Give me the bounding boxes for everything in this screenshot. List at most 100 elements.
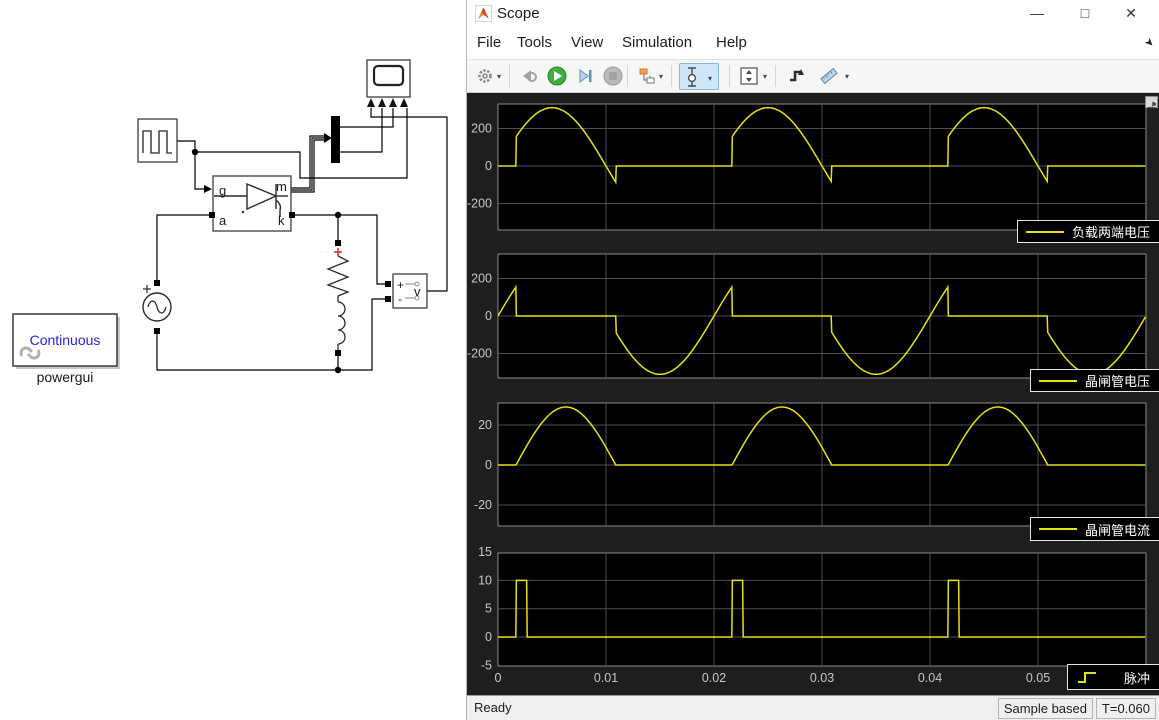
scope-input-ports: [367, 98, 408, 107]
undock-axes-icon[interactable]: [1145, 96, 1158, 108]
maximize-button[interactable]: □: [1063, 0, 1107, 26]
vmeter-plus-label: +: [397, 278, 404, 292]
y-tick-label: 0: [485, 309, 492, 323]
legend-text: 脉冲: [1124, 668, 1150, 687]
powergui-mode-text: Continuous: [30, 332, 101, 348]
powergui-block[interactable]: Continuous powergui: [13, 314, 120, 385]
wire-pulse-to-scope4: [195, 108, 407, 178]
wire-source-to-anode: [157, 215, 213, 282]
wire-demux2-to-scope2: [340, 108, 382, 152]
status-bar: Ready Sample based T=0.060: [467, 695, 1159, 720]
settings-caret[interactable]: ▾: [497, 72, 501, 81]
vmeter-v-label: v: [414, 284, 421, 299]
measurements-ruler-icon[interactable]: [817, 64, 841, 88]
ruler-caret[interactable]: ▾: [845, 72, 849, 81]
legend-plot3[interactable]: 晶闸管电流: [1030, 517, 1159, 541]
scope-block[interactable]: [367, 60, 410, 107]
scope-screen-icon: [374, 66, 403, 85]
thyristor-dot: [242, 211, 244, 213]
legend-text: 负载两端电压: [1072, 222, 1150, 241]
gate-input-arrow: [204, 185, 212, 193]
run-icon[interactable]: [545, 64, 569, 88]
settings-gear-icon[interactable]: [473, 64, 497, 88]
x-tick-label: 0.05: [1026, 671, 1050, 685]
cathode-port[interactable]: [289, 212, 295, 218]
y-tick-label: 200: [471, 272, 492, 286]
signal-wires[interactable]: [157, 108, 447, 370]
rlc-top-port[interactable]: [335, 240, 341, 246]
y-tick-label: 0: [485, 458, 492, 472]
wire-m-vector-3: [291, 140, 324, 192]
y-tick-label: 0: [485, 630, 492, 644]
legend-plot4[interactable]: 脉冲: [1067, 664, 1159, 690]
x-tick-label: 0: [495, 671, 502, 685]
rlc-bottom-port[interactable]: [335, 350, 341, 356]
y-tick-label: 15: [478, 545, 492, 559]
menu-simulation[interactable]: Simulation: [622, 34, 692, 51]
cursor-caret[interactable]: ▾: [708, 74, 712, 83]
wire-m-vector-2: [291, 138, 324, 190]
trigger-icon[interactable]: [785, 64, 809, 88]
wire-pulse-to-gate: [177, 141, 205, 189]
step-forward-icon[interactable]: [573, 64, 597, 88]
menu-tools[interactable]: Tools: [517, 34, 552, 51]
ac-voltage-source-block[interactable]: [143, 280, 171, 334]
resistor-icon: [328, 256, 348, 296]
port-label-m: m: [276, 179, 287, 194]
menu-help[interactable]: Help: [716, 34, 747, 51]
demux-block[interactable]: [331, 116, 340, 163]
vmeter-plus-port[interactable]: [385, 281, 391, 287]
wire-m-vector-1: [291, 136, 324, 188]
axes-plot4[interactable]: 151050-500.010.020.030.040.05: [478, 545, 1146, 685]
legend-step-sample: [1076, 669, 1102, 685]
scope-window: Scope — □ ✕ File Tools View Simulation H…: [466, 0, 1159, 720]
wire-bottom-rail: [157, 299, 388, 370]
legend-plot1[interactable]: 负载两端电压: [1017, 220, 1159, 243]
vmeter-minus-port[interactable]: [385, 296, 391, 302]
menu-bar: File Tools View Simulation Help ➤: [467, 27, 1159, 59]
x-tick-label: 0.03: [810, 671, 834, 685]
inductor-icon: [338, 296, 345, 350]
source-minus-port[interactable]: [154, 328, 160, 334]
toolbar-overflow-icon[interactable]: ➤: [1142, 35, 1158, 51]
port-label-g: g: [219, 183, 226, 198]
y-tick-label: 0: [485, 159, 492, 173]
pulse-generator-block[interactable]: [138, 119, 177, 162]
scale-caret[interactable]: ▾: [763, 72, 767, 81]
minimize-button[interactable]: —: [1015, 0, 1059, 26]
simulink-model-canvas[interactable]: g a m k: [0, 0, 466, 720]
legend-line-sample: [1026, 231, 1064, 233]
legend-text: 晶闸管电流: [1085, 520, 1150, 539]
scope-display-area[interactable]: 2000-2002000-200200-20151050-500.010.020…: [467, 93, 1159, 695]
axes-plot3[interactable]: 200-20: [474, 403, 1146, 526]
scale-y-axis-icon[interactable]: [737, 64, 761, 88]
simulation-blocks-icon[interactable]: [635, 64, 659, 88]
port-label-a: a: [219, 213, 227, 228]
menu-view[interactable]: View: [571, 34, 603, 51]
thyristor-block[interactable]: g a m k: [209, 176, 295, 231]
cursor-measurements-button[interactable]: ▾: [679, 63, 719, 90]
menu-file[interactable]: File: [477, 34, 501, 51]
y-tick-label: 20: [478, 418, 492, 432]
window-title: Scope: [497, 5, 540, 22]
legend-plot2[interactable]: 晶闸管电压: [1030, 369, 1159, 392]
matlab-scope-icon: [475, 5, 492, 22]
anode-port[interactable]: [209, 212, 215, 218]
legend-line-sample: [1039, 528, 1077, 530]
y-tick-label: 5: [485, 602, 492, 616]
axes-plot1[interactable]: 200 0 -200: [467, 104, 1146, 230]
step-back-icon[interactable]: [517, 64, 541, 88]
status-ready: Ready: [474, 700, 512, 715]
scope-plots[interactable]: 2000-2002000-200200-20151050-500.010.020…: [467, 93, 1159, 695]
rlc-branch-block[interactable]: [328, 240, 348, 356]
close-button[interactable]: ✕: [1109, 0, 1153, 26]
axes-plot2[interactable]: 2000-200: [467, 254, 1146, 378]
vmeter-minus-label: -: [398, 292, 402, 306]
y-tick-label: 200: [471, 122, 492, 136]
blocks-caret[interactable]: ▾: [659, 72, 663, 81]
stop-icon[interactable]: [601, 64, 625, 88]
voltage-measurement-block[interactable]: + - v: [385, 274, 427, 308]
source-plus-port[interactable]: [154, 280, 160, 286]
y-tick-label: -200: [467, 197, 492, 211]
title-bar[interactable]: Scope — □ ✕: [467, 0, 1159, 27]
